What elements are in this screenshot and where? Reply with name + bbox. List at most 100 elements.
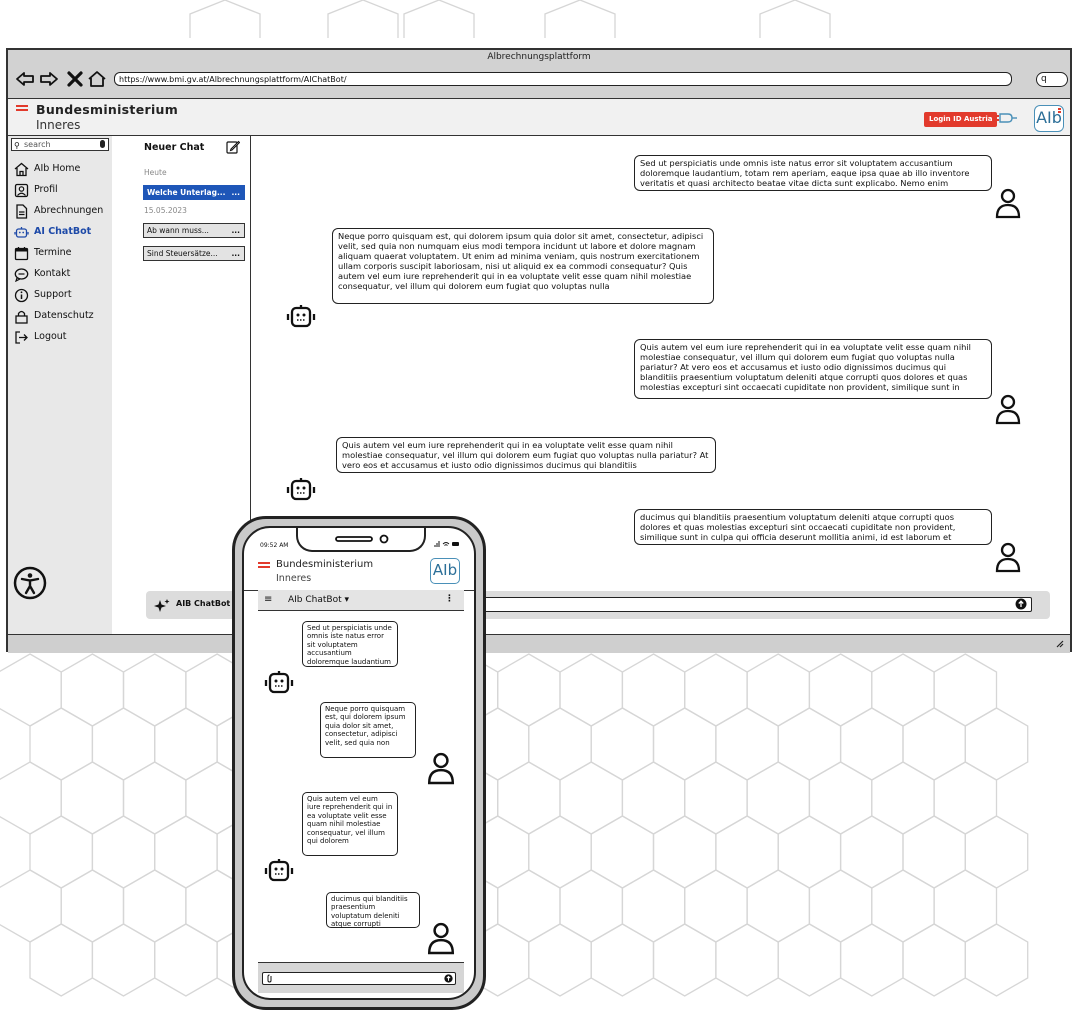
phone-time: 09:52 AM (260, 542, 289, 549)
hexagon-shape (559, 761, 624, 835)
accessibility-icon[interactable] (13, 566, 47, 600)
attach-icon[interactable] (266, 974, 274, 983)
phone-bar-title[interactable]: AIb ChatBot ▾ (288, 595, 349, 605)
sidebar-item-termine[interactable]: Termine (14, 244, 72, 262)
search-glyph: q (1041, 74, 1047, 84)
robot-icon (14, 227, 29, 238)
close-icon[interactable] (64, 68, 86, 90)
hexagon-shape (715, 815, 779, 889)
hexagon-shape (497, 653, 561, 727)
browser-window: Albrechnungsplattform https://www.bmi.gv… (6, 48, 1072, 653)
page-content: Bundesministerium Inneres Login ID Austr… (8, 98, 1070, 635)
user-avatar-icon (427, 922, 455, 955)
browser-toolbar: https://www.bmi.gv.at/Albrechnungsplattf… (8, 64, 1070, 98)
phone-screen: 09:52 AM Bundesministerium Inneres AIb ≡… (242, 526, 476, 1000)
send-icon[interactable] (444, 974, 453, 983)
phone-logo-subtitle: Inneres (276, 573, 312, 584)
hexagon-shape (684, 869, 748, 943)
bot-avatar-icon (286, 478, 316, 501)
site-header: Bundesministerium Inneres Login ID Austr… (8, 99, 1070, 136)
hexagon-shape (871, 653, 935, 727)
user-avatar-icon (995, 394, 1021, 425)
url-bar[interactable]: https://www.bmi.gv.at/Albrechnungsplattf… (114, 72, 1012, 86)
forward-icon[interactable] (38, 68, 60, 90)
microphone-icon[interactable] (100, 140, 105, 148)
hexagon-shape (715, 923, 779, 997)
hexagon-shape (933, 869, 998, 943)
hexagon-shape (621, 653, 686, 727)
sidebar-item-logout[interactable]: Logout (14, 328, 67, 346)
hexagon-shape (29, 923, 94, 997)
hexagon-shape (652, 707, 717, 781)
hexagon-shape (528, 815, 592, 889)
hexagon-shape (590, 707, 655, 781)
window-title: Albrechnungsplattform (487, 52, 591, 62)
phone-composer (258, 962, 464, 993)
sidebar-item-datenschutz[interactable]: Datenschutz (14, 307, 94, 325)
chat-history-item[interactable]: Sind Steuersätze... ... (143, 246, 245, 261)
more-options-icon[interactable]: ... (231, 224, 240, 237)
hexagon-shape (652, 923, 717, 997)
browser-search-button[interactable]: q (1036, 72, 1068, 87)
kebab-menu-icon[interactable]: ⋮ (445, 594, 454, 604)
aib-app-logo: AIb (430, 558, 460, 584)
phone-header: Bundesministerium Inneres AIb (244, 552, 474, 591)
more-options-icon[interactable]: ... (231, 186, 240, 199)
more-options-icon[interactable]: ... (231, 247, 240, 260)
sidebar-item-label: Logout (34, 331, 67, 342)
logo-subtitle: Inneres (36, 118, 81, 132)
bot-avatar-icon (264, 859, 294, 882)
hexagon-shape (964, 707, 1029, 781)
hexagon-shape (684, 761, 748, 835)
sidebar-item-kontakt[interactable]: Kontakt (14, 265, 70, 283)
hexagon-shape (497, 869, 561, 943)
bot-avatar-icon (264, 671, 294, 694)
chat-history-item[interactable]: Welche Unterlag... ... (143, 185, 245, 200)
hexagon-shape (122, 761, 187, 835)
phone-app-bar: ≡ AIb ChatBot ▾ ⋮ (258, 590, 464, 611)
hexagon-shape (933, 761, 998, 835)
user-avatar-icon (427, 752, 455, 785)
resize-grip-icon[interactable] (1054, 638, 1064, 648)
home-icon[interactable] (86, 68, 108, 90)
sidebar-item-profil[interactable]: Profil (14, 181, 58, 199)
sidebar-item-support[interactable]: Support (14, 286, 72, 304)
sidebar-item-label: Termine (34, 247, 72, 258)
aib-app-logo: AIb (1034, 105, 1064, 132)
hexagon-shape (528, 707, 592, 781)
sidebar-item-abrechnungen[interactable]: Abrechnungen (14, 202, 103, 220)
search-input[interactable]: ⚲ search (11, 138, 109, 151)
profile-icon (14, 183, 29, 198)
hexagon-shape (497, 761, 561, 835)
sidebar-item-label: Kontakt (34, 268, 71, 279)
user-message: Neque porro quisquam est, qui dolorem ip… (320, 702, 416, 758)
sidebar-item-ai-chatbot[interactable]: AI ChatBot (14, 223, 91, 241)
hexagon-shape (652, 815, 717, 889)
chat-history-label: Welche Unterlag... (147, 188, 226, 197)
phone-logo-title: Bundesministerium (276, 559, 374, 570)
hexagon-shape (746, 653, 811, 727)
edit-icon[interactable] (226, 140, 240, 154)
chat-history-item[interactable]: Ab wann muss... ... (143, 223, 245, 238)
message-input[interactable] (484, 597, 1032, 612)
new-chat-label[interactable]: Neuer Chat (144, 142, 204, 153)
back-icon[interactable] (14, 68, 36, 90)
hexagon-shape (746, 869, 811, 943)
hamburger-menu-icon[interactable]: ≡ (264, 594, 272, 605)
bmi-logo-mark (16, 105, 28, 111)
bot-message: Quis autem vel eum iure reprehenderit qu… (302, 792, 398, 856)
composer-label: AIB ChatBot (176, 599, 231, 608)
hexagon-shape (746, 761, 811, 835)
hexagon-shape (871, 761, 935, 835)
chat-history-label: Sind Steuersätze... (147, 249, 218, 258)
hexagon-shape (964, 923, 1029, 997)
hexagon-shape (933, 653, 998, 727)
chat-history-panel: Neuer Chat Heute Welche Unterlag... ... … (112, 136, 251, 635)
speaker-camera-icon (335, 534, 389, 544)
hexagon-shape (902, 923, 966, 997)
login-id-austria-button[interactable]: Login ID Austria (924, 112, 998, 127)
sidebar-item-home[interactable]: AIb Home (14, 160, 80, 178)
hexagon-shape (122, 653, 187, 727)
phone-message-input[interactable] (262, 972, 456, 985)
send-icon[interactable] (1015, 598, 1027, 610)
